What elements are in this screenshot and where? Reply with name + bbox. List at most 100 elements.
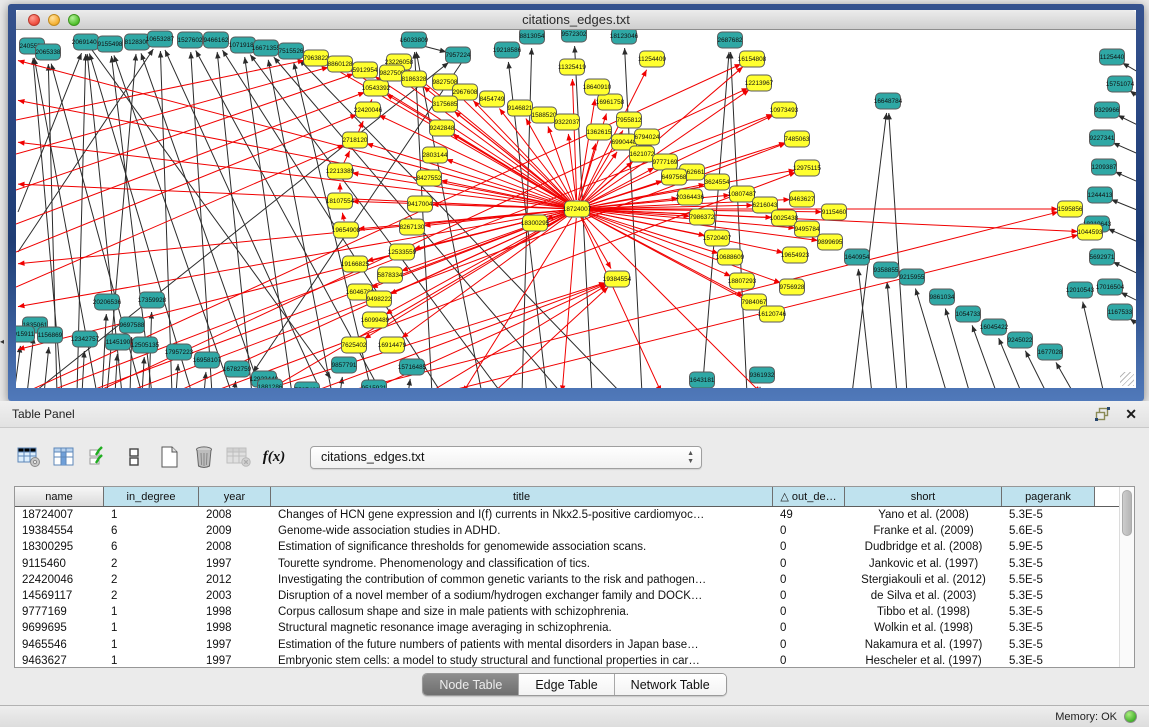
cell-title[interactable]: Embryonic stem cells: a model to study s… bbox=[271, 655, 773, 667]
cell-short[interactable]: Franke et al. (2009) bbox=[845, 525, 1002, 537]
cell-short[interactable]: Jankovic et al. (1997) bbox=[845, 558, 1002, 570]
cell-in_degree[interactable]: 2 bbox=[104, 558, 199, 570]
delete-table-icon[interactable] bbox=[226, 445, 252, 469]
minimize-window-button[interactable] bbox=[48, 14, 60, 26]
cell-pagerank[interactable]: 5.3E-5 bbox=[1002, 590, 1095, 602]
cell-in_degree[interactable]: 2 bbox=[104, 590, 199, 602]
table-row[interactable]: 1456911722003Disruption of a novel membe… bbox=[15, 588, 1134, 604]
column-header-title[interactable]: title bbox=[271, 487, 773, 506]
table-selector-dropdown[interactable]: citations_edges.txt ▲▼ bbox=[310, 446, 702, 469]
cell-year[interactable]: 1997 bbox=[199, 639, 271, 651]
network-canvas[interactable]: 2405572206533820691406915549881283001065… bbox=[16, 30, 1136, 388]
table-row[interactable]: 946554611997Estimation of the future num… bbox=[15, 637, 1134, 653]
select-columns-icon[interactable] bbox=[86, 445, 112, 469]
cell-name[interactable]: 9115460 bbox=[15, 558, 104, 570]
cell-name[interactable]: 22420046 bbox=[15, 574, 104, 586]
cell-short[interactable]: Tibbo et al. (1998) bbox=[845, 606, 1002, 618]
cell-title[interactable]: Tourette syndrome. Phenomenology and cla… bbox=[271, 558, 773, 570]
panel-collapse-arrow[interactable]: ◂ bbox=[0, 337, 7, 347]
cell-year[interactable]: 1998 bbox=[199, 622, 271, 634]
resize-grip[interactable] bbox=[1120, 372, 1134, 386]
show-columns-icon[interactable] bbox=[51, 445, 77, 469]
tab-edge-table[interactable]: Edge Table bbox=[518, 674, 613, 695]
column-header-pagerank[interactable]: pagerank bbox=[1002, 487, 1095, 506]
cell-title[interactable]: Estimation of significance thresholds fo… bbox=[271, 541, 773, 553]
close-panel-icon[interactable]: ✕ bbox=[1125, 406, 1137, 423]
table-row[interactable]: 1830029562008Estimation of significance … bbox=[15, 539, 1134, 555]
column-header-name[interactable]: name bbox=[15, 487, 104, 506]
cell-out_degree[interactable]: 0 bbox=[773, 622, 845, 634]
cell-pagerank[interactable]: 5.3E-5 bbox=[1002, 639, 1095, 651]
cell-year[interactable]: 1997 bbox=[199, 558, 271, 570]
cell-title[interactable]: Disruption of a novel member of a sodium… bbox=[271, 590, 773, 602]
cell-name[interactable]: 9465546 bbox=[15, 639, 104, 651]
cell-pagerank[interactable]: 5.3E-5 bbox=[1002, 606, 1095, 618]
cell-in_degree[interactable]: 1 bbox=[104, 639, 199, 651]
cell-name[interactable]: 14569117 bbox=[15, 590, 104, 602]
table-row[interactable]: 946362711997Embryonic stem cells: a mode… bbox=[15, 653, 1134, 667]
cell-in_degree[interactable]: 1 bbox=[104, 622, 199, 634]
column-header-year[interactable]: year bbox=[199, 487, 271, 506]
cell-out_degree[interactable]: 0 bbox=[773, 590, 845, 602]
tab-node-table[interactable]: Node Table bbox=[423, 674, 518, 695]
cell-title[interactable]: Changes of HCN gene expression and I(f) … bbox=[271, 509, 773, 521]
cell-year[interactable]: 2008 bbox=[199, 541, 271, 553]
cell-out_degree[interactable]: 0 bbox=[773, 558, 845, 570]
window-titlebar[interactable]: citations_edges.txt bbox=[16, 10, 1136, 30]
cell-in_degree[interactable]: 6 bbox=[104, 541, 199, 553]
function-builder-icon[interactable]: f(x) bbox=[261, 445, 287, 469]
cell-title[interactable]: Estimation of the future numbers of pati… bbox=[271, 639, 773, 651]
cell-pagerank[interactable]: 5.5E-5 bbox=[1002, 574, 1095, 586]
cell-pagerank[interactable]: 5.6E-5 bbox=[1002, 525, 1095, 537]
cell-title[interactable]: Structural magnetic resonance image aver… bbox=[271, 622, 773, 634]
close-window-button[interactable] bbox=[28, 14, 40, 26]
cell-pagerank[interactable]: 5.3E-5 bbox=[1002, 655, 1095, 667]
cell-pagerank[interactable]: 5.3E-5 bbox=[1002, 558, 1095, 570]
zoom-window-button[interactable] bbox=[68, 14, 80, 26]
cell-year[interactable]: 2012 bbox=[199, 574, 271, 586]
delete-column-icon[interactable] bbox=[191, 445, 217, 469]
tab-network-table[interactable]: Network Table bbox=[614, 674, 726, 695]
cell-year[interactable]: 2008 bbox=[199, 509, 271, 521]
cell-out_degree[interactable]: 0 bbox=[773, 639, 845, 651]
create-column-icon[interactable] bbox=[156, 445, 182, 469]
cell-name[interactable]: 18300295 bbox=[15, 541, 104, 553]
cell-short[interactable]: de Silva et al. (2003) bbox=[845, 590, 1002, 602]
cell-short[interactable]: Dudbridge et al. (2008) bbox=[845, 541, 1002, 553]
cell-name[interactable]: 9463627 bbox=[15, 655, 104, 667]
cell-title[interactable]: Corpus callosum shape and size in male p… bbox=[271, 606, 773, 618]
cell-pagerank[interactable]: 5.3E-5 bbox=[1002, 622, 1095, 634]
cell-in_degree[interactable]: 1 bbox=[104, 606, 199, 618]
cell-out_degree[interactable]: 0 bbox=[773, 525, 845, 537]
cell-short[interactable]: Yano et al. (2008) bbox=[845, 509, 1002, 521]
table-scrollbar[interactable] bbox=[1119, 487, 1134, 667]
cell-out_degree[interactable]: 49 bbox=[773, 509, 845, 521]
cell-year[interactable]: 1998 bbox=[199, 606, 271, 618]
cell-out_degree[interactable]: 0 bbox=[773, 606, 845, 618]
column-header-out_degree[interactable]: △ out_de… bbox=[773, 487, 845, 506]
table-row[interactable]: 2242004622012Investigating the contribut… bbox=[15, 572, 1134, 588]
table-row[interactable]: 911546021997Tourette syndrome. Phenomeno… bbox=[15, 556, 1134, 572]
table-row[interactable]: 969969511998Structural magnetic resonanc… bbox=[15, 620, 1134, 636]
row-height-icon[interactable] bbox=[121, 445, 147, 469]
cell-out_degree[interactable]: 0 bbox=[773, 541, 845, 553]
cell-in_degree[interactable]: 1 bbox=[104, 655, 199, 667]
cell-year[interactable]: 1997 bbox=[199, 655, 271, 667]
table-scrollbar-thumb[interactable] bbox=[1122, 490, 1132, 536]
cell-name[interactable]: 9699695 bbox=[15, 622, 104, 634]
column-header-short[interactable]: short bbox=[845, 487, 1002, 506]
cell-title[interactable]: Investigating the contribution of common… bbox=[271, 574, 773, 586]
cell-short[interactable]: Nakamura et al. (1997) bbox=[845, 639, 1002, 651]
cell-short[interactable]: Stergiakouli et al. (2012) bbox=[845, 574, 1002, 586]
cell-in_degree[interactable]: 6 bbox=[104, 525, 199, 537]
cell-year[interactable]: 2003 bbox=[199, 590, 271, 602]
column-header-in_degree[interactable]: in_degree bbox=[104, 487, 199, 506]
table-mode-icon[interactable] bbox=[16, 445, 42, 469]
cell-name[interactable]: 19384554 bbox=[15, 525, 104, 537]
cell-short[interactable]: Wolkin et al. (1998) bbox=[845, 622, 1002, 634]
table-row[interactable]: 977716911998Corpus callosum shape and si… bbox=[15, 604, 1134, 620]
cell-name[interactable]: 9777169 bbox=[15, 606, 104, 618]
cell-in_degree[interactable]: 1 bbox=[104, 509, 199, 521]
cell-out_degree[interactable]: 0 bbox=[773, 655, 845, 667]
cell-title[interactable]: Genome-wide association studies in ADHD. bbox=[271, 525, 773, 537]
